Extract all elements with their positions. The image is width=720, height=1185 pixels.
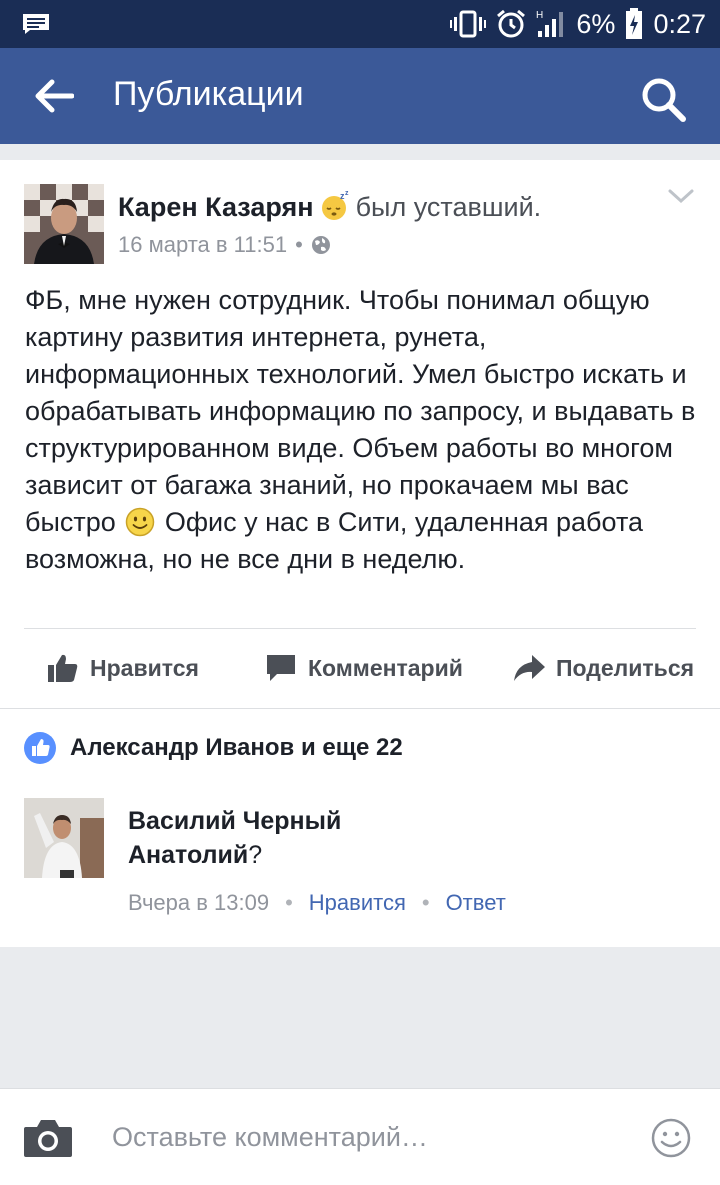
status-bar: H 6% 0:27 bbox=[0, 0, 720, 48]
share-label: Поделиться bbox=[556, 654, 695, 681]
vibrate-icon bbox=[450, 10, 487, 38]
share-button[interactable]: Поделиться bbox=[512, 646, 694, 690]
globe-icon bbox=[311, 236, 330, 254]
author-name[interactable]: Карен Казарян bbox=[118, 192, 314, 222]
emoji-smiley-icon[interactable] bbox=[650, 1117, 692, 1159]
battery-percent: 6% bbox=[576, 8, 616, 39]
svg-text:z: z bbox=[345, 190, 349, 197]
likes-summary[interactable]: Александр Иванов и еще 22 bbox=[24, 732, 403, 764]
commenter-name[interactable]: Василий Черный bbox=[128, 807, 341, 835]
avatar-image bbox=[24, 184, 104, 264]
page-title: Публикации bbox=[113, 75, 304, 113]
like-label: Нравится bbox=[90, 654, 199, 681]
meta-separator: • bbox=[295, 232, 303, 257]
comment-input[interactable] bbox=[112, 1113, 612, 1161]
signal-label: H bbox=[536, 10, 543, 21]
comment-label: Комментарий bbox=[308, 654, 463, 681]
post-text-part1: ФБ, мне нужен сотрудник. Чтобы понимал о… bbox=[25, 285, 696, 537]
post-card: Карен Казарян z z был уставший. 16 марта… bbox=[0, 160, 720, 947]
post-text: ФБ, мне нужен сотрудник. Чтобы понимал о… bbox=[25, 282, 705, 578]
signal-icon: H bbox=[536, 10, 564, 37]
share-arrow-icon bbox=[514, 655, 545, 681]
comment-button[interactable]: Комментарий bbox=[264, 646, 463, 690]
thumbs-up-icon bbox=[48, 654, 78, 682]
post-meta: 16 марта в 11:51 • bbox=[118, 232, 331, 258]
camera-icon[interactable] bbox=[22, 1117, 74, 1159]
comment-punct: ? bbox=[248, 841, 263, 869]
likes-text: Александр Иванов и еще 22 bbox=[70, 734, 403, 761]
sleeping-emoji-icon: z z bbox=[321, 190, 349, 220]
app-bar: Публикации bbox=[0, 48, 720, 144]
like-button[interactable]: Нравится bbox=[46, 646, 199, 690]
battery-charging-icon bbox=[626, 8, 643, 39]
comment-reply-link[interactable]: Ответ bbox=[446, 890, 506, 916]
search-icon[interactable] bbox=[640, 76, 686, 122]
alarm-icon bbox=[497, 9, 526, 38]
comment-bubble-icon bbox=[267, 655, 295, 681]
comment-time: Вчера в 13:09 bbox=[128, 890, 270, 915]
comment-body: Василий Черный Анатолий? bbox=[128, 804, 428, 872]
feeling-text: был уставший. bbox=[355, 192, 542, 222]
divider bbox=[0, 708, 720, 709]
author-avatar[interactable] bbox=[24, 184, 104, 264]
comment-like-link[interactable]: Нравится bbox=[309, 890, 406, 916]
post-date[interactable]: 16 марта в 11:51 bbox=[118, 232, 287, 258]
post-text-part2: Офис у нас в Сити, удаленная работа возм… bbox=[25, 507, 644, 574]
status-time: 0:27 bbox=[653, 8, 706, 39]
like-badge-icon bbox=[24, 732, 56, 764]
comment-meta: Вчера в 13:09 • Нравится • Ответ bbox=[128, 890, 506, 916]
avatar-image bbox=[24, 798, 104, 878]
meta-separator: • bbox=[421, 890, 430, 915]
post-header: Карен Казарян z z был уставший. bbox=[118, 190, 541, 223]
chevron-down-icon[interactable] bbox=[666, 184, 696, 208]
comment-text[interactable]: Анатолий bbox=[128, 841, 248, 869]
meta-separator: • bbox=[285, 890, 293, 915]
smile-emoji-icon bbox=[126, 507, 155, 537]
divider bbox=[24, 628, 696, 629]
comment-composer bbox=[0, 1088, 720, 1185]
back-arrow-icon[interactable] bbox=[34, 78, 74, 114]
message-icon bbox=[23, 14, 49, 34]
commenter-avatar[interactable] bbox=[24, 798, 104, 878]
